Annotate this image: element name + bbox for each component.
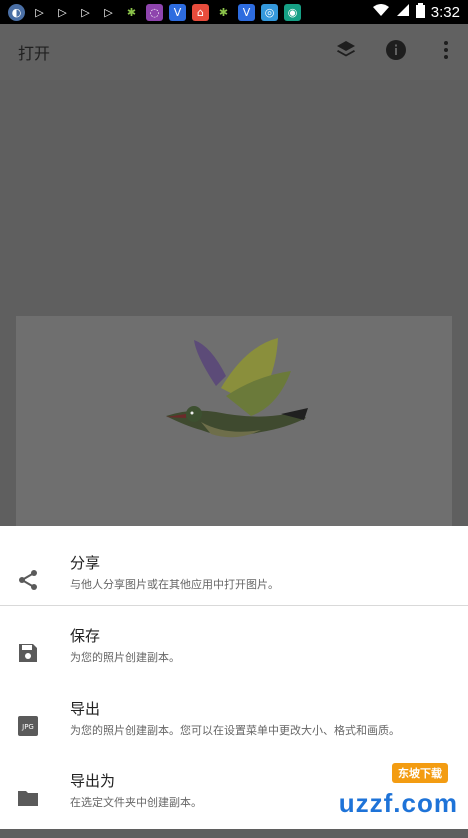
app-icon-4: ⌂ [192,3,209,21]
app-icon-3: V [169,3,186,21]
folder-icon [16,786,40,810]
share-bottom-sheet: 分享 与他人分享图片或在其他应用中打开图片。 保存 为您的照片创建副本。 JPG… [0,526,468,829]
watermark-logo: 东坡下载 uzzf.com [288,763,458,819]
app-icon-2: ◌ [146,3,163,21]
share-icon [16,568,40,592]
notification-icons: ◐ ▷ ▷ ▷ ▷ ✱ ◌ V ⌂ ✱ V ◎ ◉ [0,3,301,21]
play-icon-1: ▷ [35,5,44,19]
open-button[interactable]: 打开 [18,40,50,64]
export-desc: 为您的照片创建副本。您可以在设置菜单中更改大小、格式和画质。 [70,724,400,737]
signal-icon [396,3,410,21]
save-title: 保存 [70,627,101,645]
divider [0,605,468,606]
save-icon [16,641,40,665]
jpg-icon: JPG [16,714,40,738]
app-icon-7: ◉ [284,3,301,21]
battery-icon [415,2,425,22]
system-status: 3:32 [372,0,460,24]
clock: 3:32 [430,3,460,21]
more-vert-icon[interactable] [434,38,458,62]
export-as-title: 导出为 [70,772,116,790]
save-desc: 为您的照片创建副本。 [70,651,180,664]
share-option[interactable]: 分享 与他人分享图片或在其他应用中打开图片。 [0,550,468,620]
svg-text:JPG: JPG [21,723,34,731]
app-icon-6: ◎ [261,3,278,21]
play-icon-2: ▷ [58,5,67,19]
play-icon-3: ▷ [81,5,90,19]
photo-preview [16,316,452,526]
android-icon-1: ✱ [126,5,137,19]
app-icon-1: ◐ [8,3,25,21]
share-title: 分享 [70,554,101,572]
watermark-badge: 东坡下载 [392,763,448,783]
save-option[interactable]: 保存 为您的照片创建副本。 [0,623,468,693]
info-icon[interactable] [384,38,408,62]
export-title: 导出 [70,700,101,718]
app-bar-actions [334,38,458,62]
app-icon-5: V [238,3,255,21]
wifi-icon [372,3,390,21]
status-bar: ◐ ▷ ▷ ▷ ▷ ✱ ◌ V ⌂ ✱ V ◎ ◉ 3:32 [0,0,468,24]
watermark-text: uzzf.com [338,788,458,818]
layers-icon[interactable] [334,38,358,62]
export-as-desc: 在选定文件夹中创建副本。 [70,796,202,809]
bird-drawing [166,338,308,438]
export-option[interactable]: JPG 导出 为您的照片创建副本。您可以在设置菜单中更改大小、格式和画质。 [0,696,468,766]
share-desc: 与他人分享图片或在其他应用中打开图片。 [70,578,279,591]
android-icon-2: ✱ [218,5,229,19]
app-bar: 打开 [0,24,468,80]
play-icon-4: ▷ [104,5,113,19]
